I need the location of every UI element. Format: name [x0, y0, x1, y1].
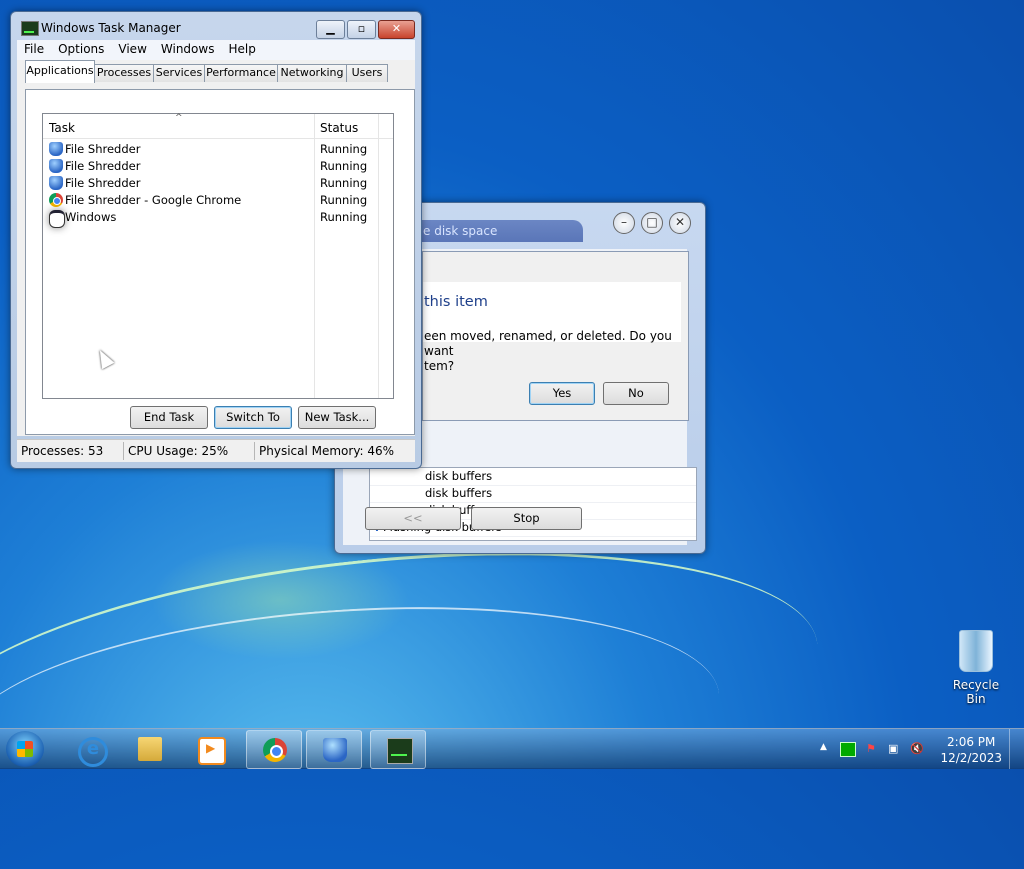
sort-ascending-icon: ^ — [175, 113, 183, 123]
show-hidden-icons-icon[interactable]: ▲ — [820, 742, 827, 752]
menu-bar: File Options View Windows Help — [17, 40, 415, 60]
physical-memory: Physical Memory: 46% — [259, 444, 395, 458]
close-button[interactable]: ✕ — [669, 212, 691, 234]
task-name: File Shredder — [65, 142, 141, 156]
list-item: disk buffers — [370, 485, 696, 503]
show-desktop-button[interactable] — [1009, 729, 1024, 769]
chrome-icon — [263, 738, 287, 762]
menu-view[interactable]: View — [111, 40, 153, 56]
window-icon — [49, 210, 65, 228]
window-title: Windows Task Manager — [41, 21, 181, 35]
clock[interactable]: 2:06 PM 12/2/2023 — [940, 734, 1002, 766]
recycle-bin-label: Recycle Bin — [952, 678, 1000, 706]
close-button[interactable]: ✕ — [378, 20, 415, 39]
action-center-icon[interactable]: ⚑ — [866, 742, 880, 755]
switch-to-button[interactable]: Switch To — [214, 406, 292, 429]
new-task-button[interactable]: New Task... — [298, 406, 376, 429]
taskbar-item-media-player[interactable] — [182, 730, 236, 767]
stop-button[interactable]: Stop — [471, 507, 582, 530]
column-task[interactable]: Task — [49, 121, 75, 135]
tab-applications[interactable]: Applications — [25, 60, 95, 83]
title-bar[interactable]: Windows Task Manager ▁ ▫ ✕ — [11, 12, 421, 42]
task-status: Running — [320, 193, 368, 207]
folder-icon — [138, 737, 162, 761]
menu-windows[interactable]: Windows — [154, 40, 222, 56]
cpu-usage: CPU Usage: 25% — [128, 444, 229, 458]
back-button[interactable]: << — [365, 507, 461, 530]
menu-options[interactable]: Options — [51, 40, 111, 56]
maximize-button[interactable]: ▫ — [347, 20, 376, 39]
status-divider — [123, 442, 124, 460]
maximize-button[interactable]: □ — [641, 212, 663, 234]
media-player-icon — [198, 737, 226, 765]
minimize-button[interactable]: – — [613, 212, 635, 234]
task-name: File Shredder — [65, 159, 141, 173]
dialog-message: een moved, renamed, or deleted. Do you w… — [424, 329, 672, 373]
shredder-icon — [49, 176, 63, 190]
task-manager-body: Applications Processes Services Performa… — [17, 60, 415, 436]
ie-icon: e — [78, 737, 108, 767]
task-name: File Shredder — [65, 176, 141, 190]
clock-time: 2:06 PM — [947, 735, 996, 749]
list-item: disk buffers — [370, 468, 696, 486]
tab-networking[interactable]: Networking — [277, 64, 347, 82]
recycle-bin[interactable]: Recycle Bin — [944, 630, 1008, 706]
network-icon[interactable]: ▣ — [888, 742, 902, 755]
task-manager-icon — [387, 738, 413, 764]
task-status: Running — [320, 210, 368, 224]
dialog-title: this item — [424, 294, 488, 310]
taskbar: e ▲ ⚑ ▣ 🔇 2:06 PM 12/2/2023 — [0, 728, 1024, 769]
no-button[interactable]: No — [603, 382, 669, 405]
column-status[interactable]: Status — [320, 121, 358, 135]
taskbar-item-chrome[interactable] — [246, 730, 302, 769]
task-name: Windows — [65, 210, 117, 224]
applications-panel: ^ Task Status File Shredder Running File… — [25, 89, 415, 435]
minimize-button[interactable]: ▁ — [316, 20, 345, 39]
shredder-icon — [49, 142, 63, 156]
task-status: Running — [320, 142, 368, 156]
confirm-dialog: this item een moved, renamed, or deleted… — [422, 251, 689, 421]
menu-help[interactable]: Help — [221, 40, 262, 56]
tab-processes[interactable]: Processes — [94, 64, 154, 82]
tab-performance[interactable]: Performance — [204, 64, 278, 82]
system-tray: ▲ ⚑ ▣ 🔇 2:06 PM 12/2/2023 — [814, 729, 1024, 769]
yes-button[interactable]: Yes — [529, 382, 595, 405]
window-caption: e disk space — [417, 220, 583, 242]
tab-users[interactable]: Users — [346, 64, 388, 82]
task-status: Running — [320, 159, 368, 173]
task-status: Running — [320, 176, 368, 190]
table-row[interactable]: Windows Running — [43, 209, 393, 228]
table-row[interactable]: File Shredder Running — [43, 141, 393, 158]
task-name: File Shredder - Google Chrome — [65, 193, 242, 207]
task-manager-window[interactable]: Windows Task Manager ▁ ▫ ✕ File Options Vi… — [10, 11, 422, 469]
processes-count: Processes: 53 — [21, 444, 104, 458]
clock-date: 12/2/2023 — [940, 751, 1002, 765]
table-row[interactable]: File Shredder Running — [43, 158, 393, 175]
recycle-bin-icon — [959, 630, 993, 672]
taskbar-item-file-shredder[interactable] — [306, 730, 362, 769]
end-task-button[interactable]: End Task — [130, 406, 208, 429]
performance-meter-icon[interactable] — [840, 742, 856, 757]
taskbar-item-ie[interactable]: e — [62, 730, 116, 767]
tab-services[interactable]: Services — [153, 64, 205, 82]
chrome-icon — [49, 193, 63, 207]
shredder-icon — [49, 159, 63, 173]
file-shredder-icon — [323, 738, 347, 762]
status-divider — [254, 442, 255, 460]
taskbar-item-explorer[interactable] — [122, 730, 176, 767]
volume-muted-icon[interactable]: 🔇 — [910, 742, 924, 755]
table-row[interactable]: File Shredder Running — [43, 175, 393, 192]
list-header: ^ Task Status — [43, 113, 393, 398]
table-row[interactable]: File Shredder - Google Chrome Running — [43, 192, 393, 209]
status-bar: Processes: 53 CPU Usage: 25% Physical Me… — [17, 439, 415, 462]
menu-file[interactable]: File — [17, 40, 51, 56]
taskbar-item-task-manager[interactable] — [370, 730, 426, 769]
start-button[interactable] — [6, 731, 44, 767]
task-manager-icon — [21, 21, 39, 36]
